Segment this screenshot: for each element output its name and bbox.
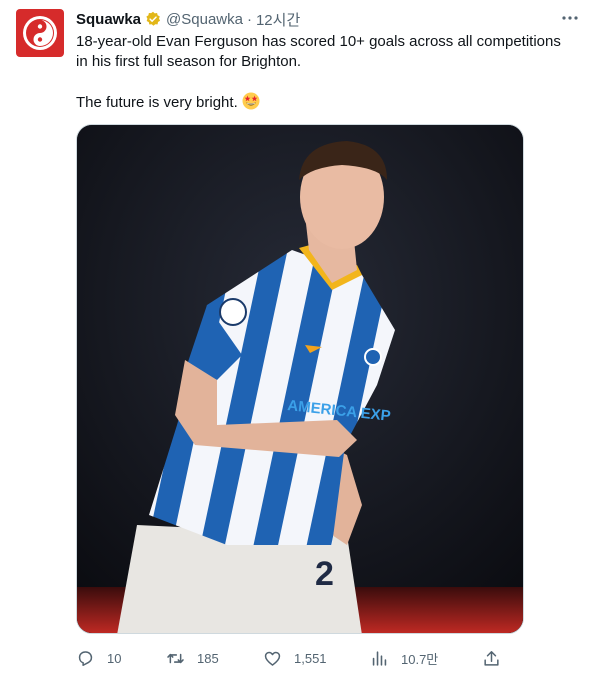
author-handle[interactable]: @Squawka [166,11,243,28]
tweet-text-line: The future is very bright. [76,92,576,113]
reply-count: 10 [107,650,122,666]
tweet-text-span: The future is very bright. [76,94,238,111]
squawka-logo-icon [23,16,57,50]
player-photo: AMERICA EXP 2 [77,125,523,633]
separator-dot: · [246,10,252,28]
action-bar: 10 185 1,551 10.7만 [76,647,524,669]
like-button[interactable]: 1,551 [263,649,327,668]
tweet-text: 18-year-old Evan Ferguson has scored 10+… [76,32,576,113]
reply-icon [78,650,93,666]
views-count: 10.7만 [401,651,439,667]
tweet-header: Squawka @Squawka · 12시간 [76,9,300,29]
heart-icon [264,651,281,666]
analytics-icon [372,650,387,666]
author-name[interactable]: Squawka [76,11,141,28]
retweet-icon [167,653,184,663]
views-button[interactable]: 10.7만 [370,649,438,668]
tweet[interactable]: Squawka @Squawka · 12시간 18-year-old Evan… [0,0,598,679]
retweet-count: 185 [197,650,219,666]
share-icon [484,650,499,666]
tweet-media[interactable]: AMERICA EXP 2 [76,124,524,634]
tweet-text-line: 18-year-old Evan Ferguson has scored 10+… [76,33,561,70]
avatar[interactable] [16,9,64,57]
share-button[interactable] [482,649,501,668]
verified-badge-icon [146,11,161,26]
like-count: 1,551 [294,650,327,666]
jersey-number: 2 [315,555,334,593]
more-options-icon[interactable] [558,8,582,28]
timestamp[interactable]: 12시간 [256,9,300,30]
reply-button[interactable]: 10 [76,649,121,668]
retweet-button[interactable]: 185 [166,649,219,668]
star-struck-emoji-icon [242,92,260,110]
